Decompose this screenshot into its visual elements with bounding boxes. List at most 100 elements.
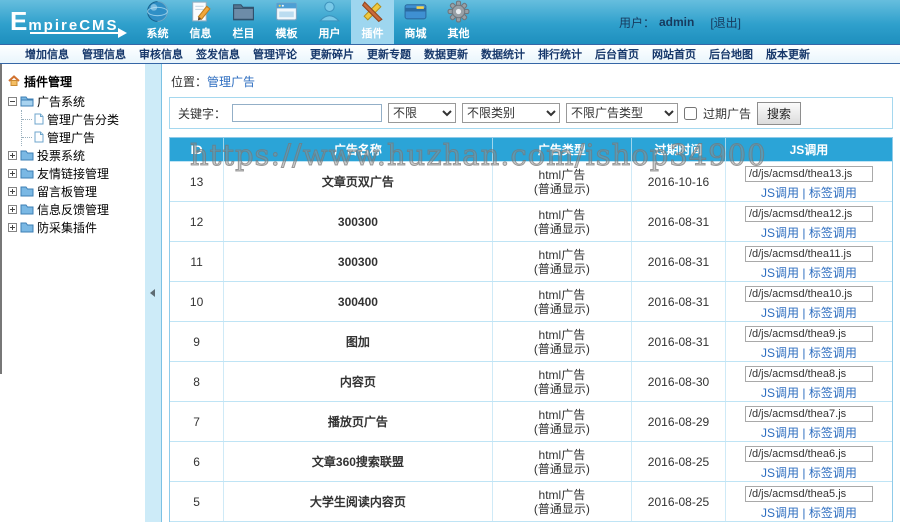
tag-call-link[interactable]: 标签调用 (809, 266, 857, 280)
folder-icon (20, 149, 34, 161)
js-call-link[interactable]: JS调用 (761, 186, 799, 200)
keyword-input[interactable] (232, 104, 383, 122)
subnav-data-stats[interactable]: 数据统计 (481, 46, 525, 62)
subnav-admin-map[interactable]: 后台地图 (709, 46, 753, 62)
js-path-input[interactable] (744, 485, 873, 502)
ad-type-line2: (普通显示) (533, 221, 590, 236)
tag-call-link[interactable]: 标签调用 (809, 226, 857, 240)
nav-item-columns[interactable]: 栏目 (222, 0, 265, 44)
tree-node-anti-collection[interactable]: 防采集插件 (8, 218, 145, 236)
nav-item-mall[interactable]: 商城 (394, 0, 437, 44)
nav-item-users[interactable]: 用户 (308, 0, 351, 44)
js-path-input[interactable] (744, 165, 873, 182)
tree-leaf-manage-ads[interactable]: 管理广告 (22, 128, 145, 146)
subnav-manage-comments[interactable]: 管理评论 (253, 46, 297, 62)
js-call-link[interactable]: JS调用 (761, 226, 799, 240)
tree-node-ad-system[interactable]: 广告系统 (8, 92, 145, 110)
js-path-input[interactable] (744, 285, 873, 302)
collapse-minus-icon[interactable] (8, 96, 17, 106)
expand-plus-icon[interactable] (8, 186, 17, 196)
cell-js-call: JS调用 | 标签调用 (726, 242, 892, 281)
js-path-input[interactable] (744, 245, 873, 262)
limit-select[interactable]: 不限 (388, 103, 457, 123)
js-call-link[interactable]: JS调用 (761, 306, 799, 320)
tag-call-link[interactable]: 标签调用 (809, 506, 857, 520)
tree-node-label[interactable]: 投票系统 (37, 147, 85, 164)
nav-item-info[interactable]: 信息 (179, 0, 222, 44)
tree-node-label[interactable]: 留言板管理 (37, 183, 97, 200)
cell-id: 9 (170, 322, 225, 361)
sidebar-collapse-bar[interactable] (145, 64, 162, 522)
ad-type-line2: (普通显示) (533, 181, 590, 196)
js-path-input[interactable] (744, 325, 873, 342)
js-call-link[interactable]: JS调用 (761, 466, 799, 480)
subnav-manage-info[interactable]: 管理信息 (82, 46, 126, 62)
tree-node-feedback[interactable]: 信息反馈管理 (8, 200, 145, 218)
cell-ad-type: html广告 (普通显示) (493, 282, 633, 321)
cell-ad-type: html广告 (普通显示) (493, 402, 633, 441)
subnav-update-topics[interactable]: 更新专题 (367, 46, 411, 62)
breadcrumb-current-link[interactable]: 管理广告 (207, 75, 255, 89)
js-call-link[interactable]: JS调用 (761, 346, 799, 360)
table-row: 5 大学生阅读内容页 html广告(普通显示) 2016-08-25 JS调用 … (170, 481, 892, 521)
col-header-id: ID (170, 138, 225, 161)
subnav-data-update[interactable]: 数据更新 (424, 46, 468, 62)
tag-call-link[interactable]: 标签调用 (809, 306, 857, 320)
expand-plus-icon[interactable] (8, 222, 17, 232)
js-path-input[interactable] (744, 365, 873, 382)
nav-item-plugins[interactable]: 插件 (351, 0, 394, 44)
logout-link[interactable]: [退出] (710, 14, 741, 31)
tag-call-link[interactable]: 标签调用 (809, 426, 857, 440)
subnav-sign-info[interactable]: 签发信息 (196, 46, 240, 62)
expand-plus-icon[interactable] (8, 204, 17, 214)
subnav-version-update[interactable]: 版本更新 (766, 46, 810, 62)
subnav-ranking-stats[interactable]: 排行统计 (538, 46, 582, 62)
subnav-add-info[interactable]: 增加信息 (25, 46, 69, 62)
subnav-admin-home[interactable]: 后台首页 (595, 46, 639, 62)
tree-leaf-manage-ad-categories[interactable]: 管理广告分类 (22, 110, 145, 128)
tree-node-vote-system[interactable]: 投票系统 (8, 146, 145, 164)
tree-node-label[interactable]: 信息反馈管理 (37, 201, 109, 218)
cell-id: 11 (170, 242, 225, 281)
tree-leaf-label[interactable]: 管理广告分类 (47, 111, 119, 128)
tree-node-friend-links[interactable]: 友情链接管理 (8, 164, 145, 182)
tree-node-label[interactable]: 友情链接管理 (37, 165, 109, 182)
nav-item-templates[interactable]: 模板 (265, 0, 308, 44)
ad-type-line2: (普通显示) (533, 261, 590, 276)
tag-call-link[interactable]: 标签调用 (809, 186, 857, 200)
js-call-link[interactable]: JS调用 (761, 386, 799, 400)
search-panel: 关键字： 不限 不限类别 不限广告类型 过期广告 搜索 (169, 97, 893, 129)
subnav-review-info[interactable]: 审核信息 (139, 46, 183, 62)
js-path-input[interactable] (744, 445, 873, 462)
js-call-link[interactable]: JS调用 (761, 266, 799, 280)
tree-node-label[interactable]: 广告系统 (37, 93, 85, 110)
tag-call-link[interactable]: 标签调用 (809, 346, 857, 360)
search-button[interactable]: 搜索 (757, 101, 802, 125)
tree-node-label[interactable]: 防采集插件 (37, 219, 97, 236)
tag-call-link[interactable]: 标签调用 (809, 386, 857, 400)
col-header-jscall: JS调用 (789, 143, 829, 157)
js-path-input[interactable] (744, 205, 873, 222)
subnav-update-fragments[interactable]: 更新碎片 (310, 46, 354, 62)
nav-item-system[interactable]: 系统 (136, 0, 179, 44)
table-row: 13 文章页双广告 html广告(普通显示) 2016-10-16 JS调用 |… (170, 161, 892, 201)
link-separator: | (799, 345, 809, 360)
cell-expire-date: 2016-08-31 (632, 282, 726, 321)
js-call-link[interactable]: JS调用 (761, 506, 799, 520)
category-select[interactable]: 不限类别 (462, 103, 561, 123)
nav-item-other[interactable]: 其他 (437, 0, 480, 44)
js-call-link[interactable]: JS调用 (761, 426, 799, 440)
js-path-input[interactable] (744, 405, 873, 422)
cell-expire-date: 2016-08-30 (632, 362, 726, 401)
cell-js-call: JS调用 | 标签调用 (726, 482, 892, 521)
tree-node-message-board[interactable]: 留言板管理 (8, 182, 145, 200)
ad-type-select[interactable]: 不限广告类型 (566, 103, 679, 123)
nav-label: 商城 (404, 28, 427, 40)
globe-icon (145, 0, 170, 24)
subnav-site-home[interactable]: 网站首页 (652, 46, 696, 62)
expand-plus-icon[interactable] (8, 168, 17, 178)
tag-call-link[interactable]: 标签调用 (809, 466, 857, 480)
tree-leaf-label[interactable]: 管理广告 (47, 129, 95, 146)
expired-checkbox[interactable] (684, 106, 698, 120)
expand-plus-icon[interactable] (8, 150, 17, 160)
